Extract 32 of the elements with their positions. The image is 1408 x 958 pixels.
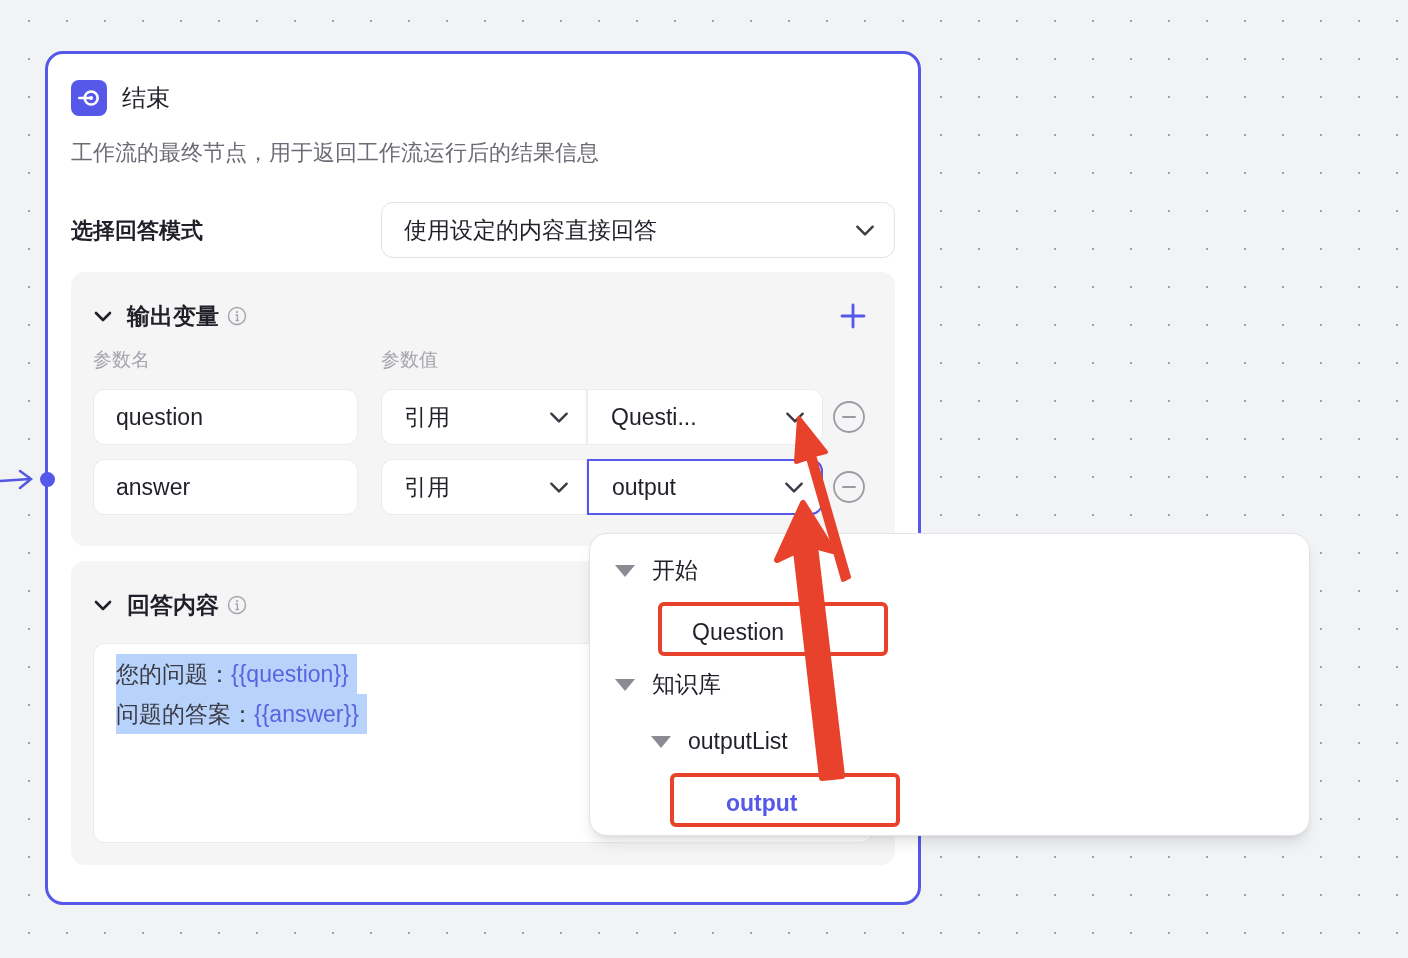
- column-header: 参数值: [381, 348, 438, 372]
- add-icon[interactable]: [839, 302, 867, 330]
- section-title: 输出变量: [127, 301, 219, 331]
- expand-triangle-icon[interactable]: [614, 563, 636, 578]
- remove-icon[interactable]: [832, 470, 866, 504]
- content-text: 您的问题：: [116, 659, 231, 689]
- value-select[interactable]: output: [587, 459, 823, 515]
- remove-icon[interactable]: [832, 400, 866, 434]
- variable-tag: {{answer}}: [254, 696, 359, 732]
- connector-arrow: [0, 468, 34, 492]
- node-description: 工作流的最终节点，用于返回工作流运行后的结果信息: [71, 139, 600, 167]
- info-icon[interactable]: [227, 595, 247, 615]
- tree-node-label[interactable]: 知识库: [652, 667, 721, 702]
- tree-node-label[interactable]: outputList: [688, 724, 788, 759]
- answer-mode-select[interactable]: 使用设定的内容直接回答: [381, 202, 895, 258]
- node-title: 结束: [122, 83, 170, 113]
- source-select[interactable]: 引用: [381, 459, 587, 515]
- expand-triangle-icon[interactable]: [650, 734, 672, 749]
- tree-item[interactable]: output: [726, 785, 798, 821]
- parameter-name-field[interactable]: question: [93, 389, 358, 445]
- info-icon[interactable]: [227, 306, 247, 326]
- node-type-icon: [71, 80, 107, 116]
- variable-tag: {{question}}: [231, 656, 349, 692]
- content-text: 问题的答案：: [116, 699, 254, 729]
- column-header: 参数名: [93, 348, 151, 372]
- field-label: 选择回答模式: [71, 216, 203, 245]
- source-select[interactable]: 引用: [381, 389, 587, 445]
- tree-node-label[interactable]: 开始: [652, 553, 698, 588]
- expand-triangle-icon[interactable]: [614, 677, 636, 692]
- section-title: 回答内容: [127, 590, 219, 620]
- parameter-name-field[interactable]: answer: [93, 459, 358, 515]
- value-select[interactable]: Questi...: [587, 389, 823, 445]
